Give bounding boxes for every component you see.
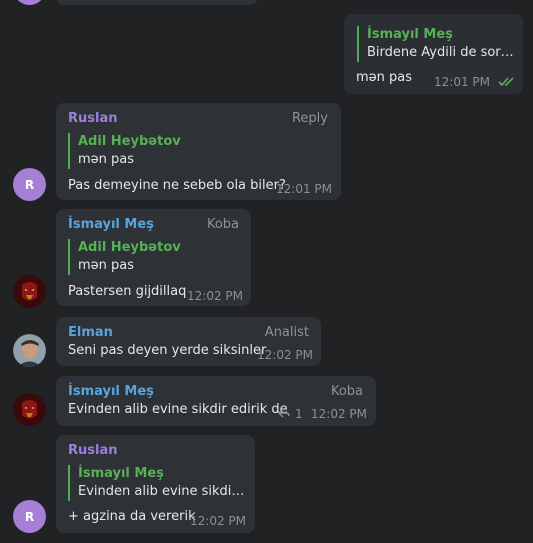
sender-name[interactable]: Ruslan: [68, 111, 118, 126]
message-bubble-partial[interactable]: [56, 0, 258, 5]
message-time: 12:01 PM: [434, 75, 490, 89]
sender-name[interactable]: Elman: [68, 325, 113, 340]
reply-quote[interactable]: İsmayıl Meş Birdene Aydili de sorus...: [357, 26, 517, 62]
quote-text: Evinden alib evine sikdir e...: [78, 484, 246, 499]
reply-quote[interactable]: İsmayıl Meş Evinden alib evine sikdir e.…: [68, 465, 246, 501]
incoming-message[interactable]: İsmayıl Meş Koba Adil Heybətov mən pas P…: [56, 209, 251, 306]
sender-name[interactable]: İsmayıl Meş: [68, 384, 154, 399]
avatar[interactable]: R: [13, 500, 46, 533]
incoming-message[interactable]: Elman Analist Seni pas deyen yerde siksi…: [56, 317, 321, 366]
ironman-avatar-icon[interactable]: [13, 275, 46, 308]
reply-count[interactable]: 1: [295, 407, 303, 421]
member-badge: Koba: [206, 217, 239, 232]
message-text: Evinden alib evine sikdir edirik de: [68, 402, 288, 417]
quote-text: mən pas: [78, 152, 135, 167]
sender-name[interactable]: İsmayıl Meş: [68, 217, 154, 232]
chat-history[interactable]: İsmayıl Meş Birdene Aydili de sorus... m…: [0, 0, 533, 543]
outgoing-message[interactable]: İsmayıl Meş Birdene Aydili de sorus... m…: [344, 14, 523, 94]
quote-author: Adil Heybətov: [78, 134, 181, 149]
reply-arrow-icon[interactable]: [278, 408, 290, 418]
member-badge: Reply: [291, 111, 328, 126]
message-time: 12:02 PM: [257, 348, 313, 362]
message-text: mən pas: [356, 70, 413, 85]
incoming-message[interactable]: Ruslan İsmayıl Meş Evinden alib evine si…: [56, 435, 255, 533]
quote-author: İsmayıl Meş: [78, 466, 164, 481]
quote-text: Birdene Aydili de sorus...: [367, 45, 517, 60]
avatar-partial[interactable]: [13, 0, 46, 5]
message-time: 12:01 PM: [276, 182, 332, 196]
sender-name[interactable]: Ruslan: [68, 443, 118, 458]
ironman-avatar-icon[interactable]: [13, 393, 46, 426]
member-badge: Koba: [330, 384, 363, 399]
avatar[interactable]: R: [13, 168, 46, 201]
reply-quote[interactable]: Adil Heybətov mən pas: [68, 239, 238, 275]
message-time: 12:02 PM: [190, 514, 246, 528]
user-photo-avatar[interactable]: [13, 334, 46, 367]
incoming-message[interactable]: İsmayıl Meş Koba Evinden alib evine sikd…: [56, 376, 376, 426]
message-text: + agzina da vererik: [68, 509, 196, 524]
quote-author: İsmayıl Meş: [367, 27, 453, 42]
quote-text: mən pas: [78, 258, 135, 273]
member-badge: Analist: [264, 325, 309, 340]
message-time: 12:02 PM: [311, 407, 367, 421]
message-text: Pas demeyine ne sebeb ola biler?: [68, 178, 286, 193]
reply-quote[interactable]: Adil Heybətov mən pas: [68, 133, 268, 169]
message-text: Pastersen gijdillaq: [68, 284, 187, 299]
double-check-icon: [498, 77, 514, 87]
message-time: 12:02 PM: [187, 289, 243, 303]
quote-author: Adil Heybətov: [78, 240, 181, 255]
incoming-message[interactable]: Ruslan Reply Adil Heybətov mən pas Pas d…: [56, 103, 341, 200]
message-text: Seni pas deyen yerde siksinler: [68, 343, 267, 358]
